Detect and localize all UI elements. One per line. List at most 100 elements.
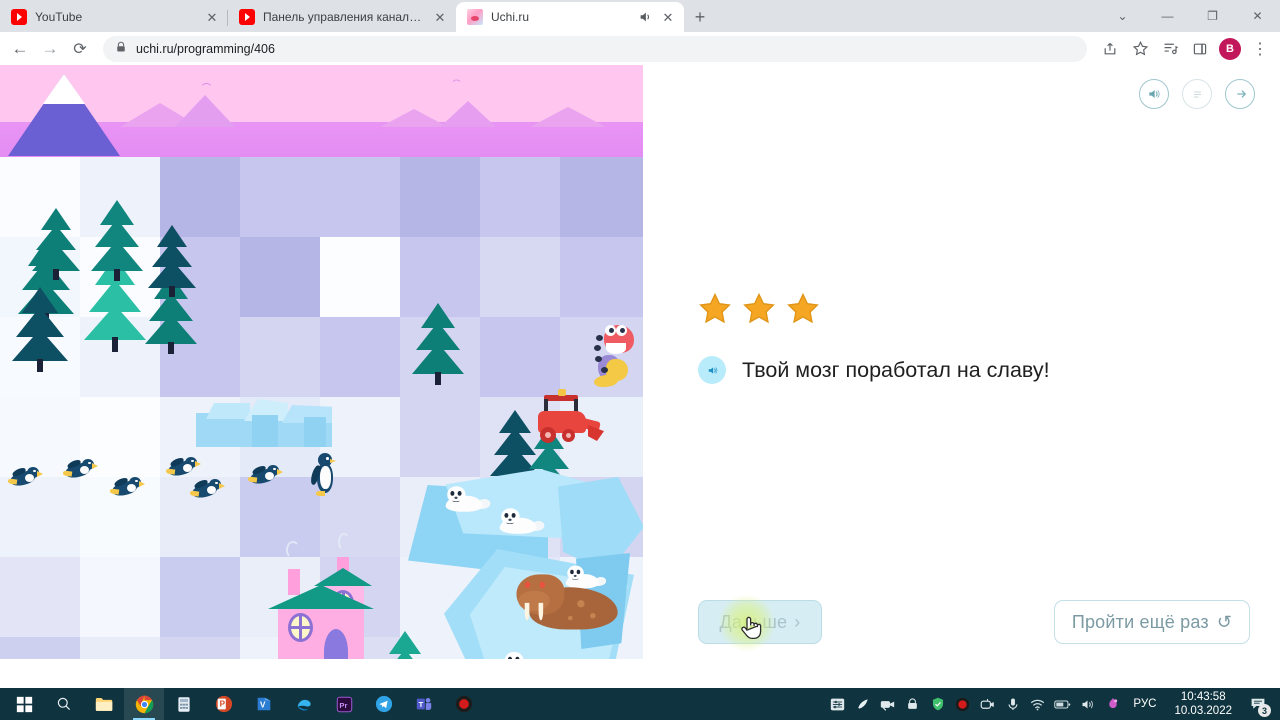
visio-icon[interactable]: V	[244, 688, 284, 720]
avatar-initial: B	[1219, 37, 1241, 60]
penguin	[247, 464, 283, 486]
background-mountains	[175, 95, 235, 127]
tile	[320, 317, 400, 397]
house-roof	[268, 585, 374, 609]
speaker-icon[interactable]	[698, 356, 726, 384]
tab-title: Панель управления каналом -	[263, 10, 424, 24]
pine-tree	[12, 287, 68, 375]
calculator-icon[interactable]	[164, 688, 204, 720]
tab-title: Uchi.ru	[491, 10, 530, 24]
tab-youtube[interactable]: YouTube ✕	[0, 2, 228, 32]
avatar[interactable]: B	[1216, 35, 1244, 63]
house-window	[288, 613, 313, 642]
tile	[0, 637, 80, 659]
language-indicator[interactable]: РУС	[1129, 698, 1160, 710]
panel-tools	[1139, 79, 1255, 109]
bird-icon	[200, 83, 213, 90]
walrus	[516, 572, 619, 630]
tab-title: YouTube	[35, 10, 83, 24]
youtube-icon	[239, 9, 255, 25]
tab-youtube-studio[interactable]: Панель управления каналом - ✕	[227, 2, 456, 32]
pen-icon[interactable]	[854, 696, 871, 713]
shield-icon[interactable]	[929, 696, 946, 713]
background-mountains	[380, 109, 448, 127]
notification-icon[interactable]: 3	[1246, 692, 1271, 717]
notification-count: 3	[1258, 704, 1271, 717]
chevron-right-icon: ›	[794, 611, 801, 632]
lock-icon[interactable]	[904, 696, 921, 713]
bird-icon	[450, 79, 463, 86]
page-content: Твой мозг поработал на славу! Дальше › П…	[0, 65, 1280, 720]
sound-toggle-button[interactable]	[1139, 79, 1169, 109]
telegram-icon[interactable]	[364, 688, 404, 720]
back-icon[interactable]: ←	[6, 35, 34, 63]
tile	[160, 637, 240, 659]
svg-text:Pr: Pr	[339, 700, 347, 709]
media-list-icon[interactable]	[1156, 35, 1184, 63]
record-icon[interactable]	[444, 688, 484, 720]
flame-icon[interactable]	[1104, 696, 1121, 713]
address-bar[interactable]: uchi.ru/programming/406	[103, 35, 1087, 62]
game-canvas[interactable]	[0, 65, 643, 659]
maximize-icon[interactable]: ❐	[1190, 0, 1235, 32]
pine-tree	[91, 200, 143, 286]
window-controls: ⌄ — ❐ ✕	[1100, 0, 1280, 32]
battery-icon[interactable]	[1054, 696, 1071, 713]
seal	[499, 508, 546, 534]
reload-icon[interactable]: ⟳	[66, 35, 94, 63]
start-button[interactable]	[4, 688, 44, 720]
close-window-icon[interactable]: ✕	[1235, 0, 1280, 32]
chrome-menu-icon[interactable]: ⋮	[1246, 35, 1274, 63]
premiere-icon[interactable]: Pr	[324, 688, 364, 720]
camera-icon[interactable]	[879, 696, 896, 713]
ice-floe	[408, 463, 643, 659]
record-icon[interactable]	[954, 696, 971, 713]
url-text: uchi.ru/programming/406	[136, 41, 275, 56]
teams-icon[interactable]: T	[404, 688, 444, 720]
folder-icon[interactable]	[84, 688, 124, 720]
exit-lesson-button[interactable]	[1225, 79, 1255, 109]
share-icon[interactable]	[1096, 35, 1124, 63]
tile	[240, 477, 320, 557]
background-mountains	[530, 107, 606, 127]
tab-search-icon[interactable]: ⌄	[1100, 0, 1145, 32]
close-icon[interactable]: ✕	[660, 9, 676, 25]
browser-window: YouTube ✕ Панель управления каналом - ✕ …	[0, 0, 1280, 720]
tile	[400, 157, 480, 237]
forward-icon[interactable]: →	[36, 35, 64, 63]
penguin	[7, 466, 43, 488]
star-icon[interactable]	[1126, 35, 1154, 63]
tab-audio-icon[interactable]	[638, 10, 652, 24]
smoke	[338, 533, 350, 551]
svg-text:T: T	[419, 700, 424, 709]
retry-button[interactable]: Пройти ещё раз ↺	[1054, 600, 1250, 644]
close-icon[interactable]: ✕	[204, 9, 220, 25]
webcam-icon[interactable]	[979, 696, 996, 713]
side-panel-icon[interactable]	[1186, 35, 1214, 63]
tile	[240, 157, 320, 237]
tile	[0, 477, 80, 557]
tile	[320, 157, 400, 237]
edge-icon[interactable]	[284, 688, 324, 720]
task-list-button[interactable]	[1182, 79, 1212, 109]
search-icon[interactable]	[44, 688, 84, 720]
tab-uchiru[interactable]: Uchi.ru ✕	[456, 2, 684, 32]
tile	[560, 237, 643, 317]
close-icon[interactable]: ✕	[432, 9, 448, 25]
tile	[480, 317, 560, 397]
penguin	[165, 456, 201, 478]
mic-icon[interactable]	[1004, 696, 1021, 713]
dino-character	[592, 323, 636, 391]
star-icon	[698, 292, 732, 326]
action-buttons: Дальше › Пройти ещё раз ↺	[698, 594, 1250, 652]
minimize-icon[interactable]: —	[1145, 0, 1190, 32]
tile	[240, 317, 320, 397]
sliders-icon[interactable]	[829, 696, 846, 713]
volume-icon[interactable]	[1079, 696, 1096, 713]
chrome-icon[interactable]	[124, 688, 164, 720]
powerpoint-icon[interactable]: P	[204, 688, 244, 720]
clock[interactable]: 10:43:58 10.03.2022	[1168, 690, 1238, 718]
new-tab-button[interactable]: +	[686, 3, 714, 31]
wifi-icon[interactable]	[1029, 696, 1046, 713]
penguin	[189, 478, 225, 500]
